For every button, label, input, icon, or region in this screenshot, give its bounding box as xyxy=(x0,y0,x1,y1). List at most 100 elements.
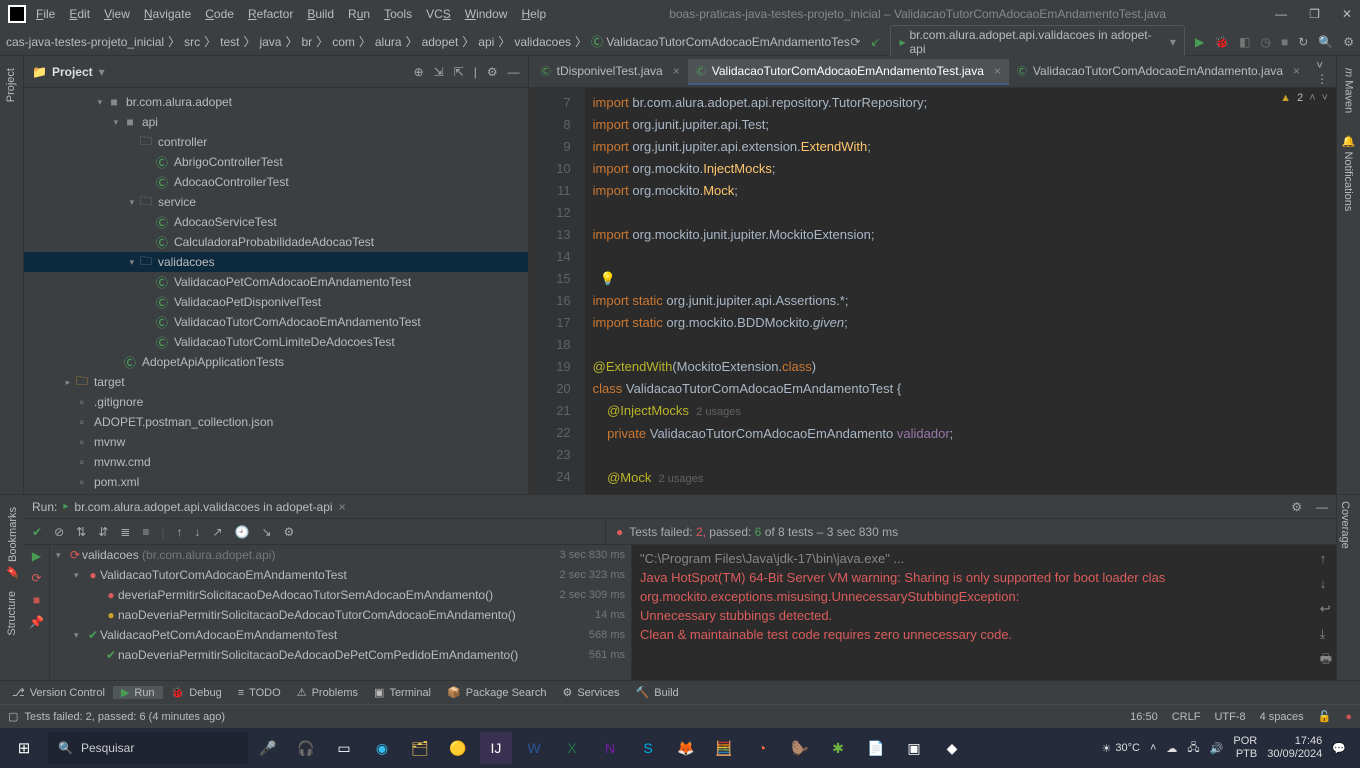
dbeaver-icon[interactable]: 🦫 xyxy=(784,732,816,764)
menu-navigate[interactable]: Navigate xyxy=(144,7,191,21)
show-passed-icon[interactable]: ✔ xyxy=(32,525,42,539)
readonly-lock-icon[interactable]: 🔓 xyxy=(1318,710,1332,723)
excel-icon[interactable]: X xyxy=(556,732,588,764)
bottom-tab-terminal[interactable]: ▣Terminal xyxy=(366,686,439,699)
menu-vcs[interactable]: VCS xyxy=(426,7,451,21)
editor-tab[interactable]: ⒸtDisponivelTest.java× xyxy=(533,59,688,85)
test-tree-item[interactable]: ✔ naoDeveriaPermitirSolicitacaoDeAdocaoD… xyxy=(50,645,631,665)
caret-position[interactable]: 16:50 xyxy=(1130,711,1158,723)
project-tree[interactable]: ▾■br.com.alura.adopet▾■api🗀controllerⒸAb… xyxy=(24,88,528,494)
clock[interactable]: 17:46 30/09/2024 xyxy=(1267,735,1322,761)
tree-item[interactable]: ⒸValidacaoTutorComLimiteDeAdocoesTest xyxy=(24,332,528,352)
weather-widget[interactable]: ☀ 30°C xyxy=(1102,742,1140,755)
import-icon[interactable]: ↘ xyxy=(261,525,271,539)
taskbar-app-1[interactable]: 🎤 xyxy=(252,732,284,764)
test-tree-item[interactable]: ▾✔ ValidacaoPetComAdocaoEmAndamentoTest5… xyxy=(50,625,631,645)
export-icon[interactable]: ↗ xyxy=(212,525,222,539)
minimize-button[interactable]: — xyxy=(1275,7,1287,21)
breadcrumb-item[interactable]: alura xyxy=(375,35,402,49)
tray-chevron-icon[interactable]: ˄ xyxy=(1150,742,1156,754)
menu-build[interactable]: Build xyxy=(307,7,334,21)
history-icon[interactable]: 🕘 xyxy=(235,525,250,539)
tree-item[interactable]: ▫pom.xml xyxy=(24,472,528,492)
breadcrumb-item[interactable]: cas-java-testes-projeto_inicial xyxy=(6,35,164,49)
project-tool-tab[interactable]: Project xyxy=(3,62,19,108)
tree-item[interactable]: 🗀controller xyxy=(24,132,528,152)
expand-all-icon[interactable]: ⇲ xyxy=(434,65,444,79)
vcs-push-icon[interactable]: ↙ xyxy=(870,35,880,49)
chrome-icon[interactable]: 🟡 xyxy=(442,732,474,764)
hide-panel-icon[interactable]: — xyxy=(508,65,520,79)
sort-icon[interactable]: ⇅ xyxy=(76,525,86,539)
bottom-tab-debug[interactable]: 🐞Debug xyxy=(163,686,230,699)
menu-edit[interactable]: Edit xyxy=(69,7,90,21)
skype-icon[interactable]: S xyxy=(632,732,664,764)
expand-icon[interactable]: ▾ xyxy=(126,197,138,208)
close-tab-icon[interactable]: × xyxy=(673,64,680,78)
next-test-icon[interactable]: ↓ xyxy=(194,525,200,539)
language-indicator[interactable]: POR PTB xyxy=(1233,735,1257,761)
start-button[interactable]: ⊞ xyxy=(4,728,44,768)
network-icon[interactable]: 🖧 xyxy=(1187,739,1199,758)
bottom-tab-todo[interactable]: ≡TODO xyxy=(230,687,289,699)
update-project-icon[interactable]: ⟳ xyxy=(850,35,860,49)
breadcrumb-item[interactable]: api xyxy=(478,35,494,49)
search-icon[interactable]: 🔍 xyxy=(1318,35,1333,49)
bottom-tab-version-control[interactable]: ⎇Version Control xyxy=(4,686,113,699)
edge-icon[interactable]: ◉ xyxy=(366,732,398,764)
test-tree-item[interactable]: ● naoDeveriaPermitirSolicitacaoDeAdocaoT… xyxy=(50,605,631,625)
menu-code[interactable]: Code xyxy=(205,7,234,21)
tree-item[interactable]: ▫mvnw.cmd xyxy=(24,452,528,472)
bottom-tab-run[interactable]: ▶Run xyxy=(113,686,163,699)
coverage-tool-tab[interactable]: Coverage xyxy=(1337,495,1353,555)
settings-icon[interactable]: ⚙ xyxy=(487,65,498,79)
expand-icon[interactable]: ▾ xyxy=(74,570,86,581)
sort-alphabetically-icon[interactable]: ⇵ xyxy=(98,525,108,539)
menu-refactor[interactable]: Refactor xyxy=(248,7,293,21)
tree-item[interactable]: ▸🗀target xyxy=(24,372,528,392)
next-highlight-icon[interactable]: ˅ xyxy=(1322,92,1328,104)
breadcrumb-item[interactable]: test xyxy=(220,35,239,49)
chevron-down-icon[interactable]: ▾ xyxy=(99,65,105,79)
breadcrumb-item[interactable]: Ⓒ ValidacaoTutorComAdocaoEmAndamentoTest xyxy=(591,33,850,50)
menu-tools[interactable]: Tools xyxy=(384,7,412,21)
indent-setting[interactable]: 4 spaces xyxy=(1260,711,1304,723)
tree-item[interactable]: ▫mvnw xyxy=(24,432,528,452)
profile-button[interactable]: ◷ xyxy=(1260,35,1270,49)
rerun-icon[interactable]: ▶ xyxy=(32,549,41,563)
test-console[interactable]: ↑ ↓ ↩ ⤓ 🖶 "C:\Program Files\Java\jdk-17\… xyxy=(632,545,1336,680)
tree-item[interactable]: ⒸAdocaoControllerTest xyxy=(24,172,528,192)
taskbar-app-2[interactable]: 🎧 xyxy=(290,732,322,764)
prev-highlight-icon[interactable]: ˄ xyxy=(1309,92,1315,104)
menu-help[interactable]: Help xyxy=(521,7,546,21)
tree-item[interactable]: ▾🗀service xyxy=(24,192,528,212)
bottom-tab-build[interactable]: 🔨Build xyxy=(628,686,687,699)
print-icon[interactable]: 🖶 xyxy=(1320,649,1332,668)
structure-tool-tab[interactable]: Structure xyxy=(4,585,20,642)
previous-test-icon[interactable]: ↑ xyxy=(176,525,182,539)
menu-view[interactable]: View xyxy=(104,7,130,21)
more-tabs-icon[interactable]: ˅ ⋮ xyxy=(1308,58,1336,86)
breadcrumb-item[interactable]: br xyxy=(302,35,313,49)
taskview-icon[interactable]: ▭ xyxy=(328,732,360,764)
tree-item[interactable]: ⒸValidacaoPetDisponivelTest xyxy=(24,292,528,312)
expand-icon[interactable]: ▾ xyxy=(94,97,106,108)
select-opened-file-icon[interactable]: ⊕ xyxy=(414,65,424,79)
bottom-tab-package-search[interactable]: 📦Package Search xyxy=(439,686,554,699)
inspection-marker[interactable]: ▲ 2 ˄ ˅ xyxy=(1280,92,1328,104)
show-ignored-icon[interactable]: ⊘ xyxy=(54,525,64,539)
tree-item[interactable]: ▫.gitignore xyxy=(24,392,528,412)
tree-item[interactable]: ▾■api xyxy=(24,112,528,132)
expand-icon[interactable]: ▾ xyxy=(110,117,122,128)
settings-icon[interactable]: ⚙ xyxy=(284,525,295,539)
debug-button[interactable]: 🐞 xyxy=(1214,35,1229,49)
onedrive-icon[interactable]: ☁ xyxy=(1166,742,1177,755)
run-button[interactable]: ▶ xyxy=(1195,35,1204,49)
expand-icon[interactable]: ▾ xyxy=(74,630,86,641)
tree-item[interactable]: ⒸAbrigoControllerTest xyxy=(24,152,528,172)
editor-code-area[interactable]: import br.com.alura.adopet.api.repositor… xyxy=(585,88,1336,494)
hide-panel-icon[interactable]: — xyxy=(1316,500,1328,514)
settings-icon[interactable]: ⚙ xyxy=(1291,500,1302,514)
generic-icon[interactable]: ◆ xyxy=(936,732,968,764)
action-center-icon[interactable]: 💬 xyxy=(1332,742,1346,755)
